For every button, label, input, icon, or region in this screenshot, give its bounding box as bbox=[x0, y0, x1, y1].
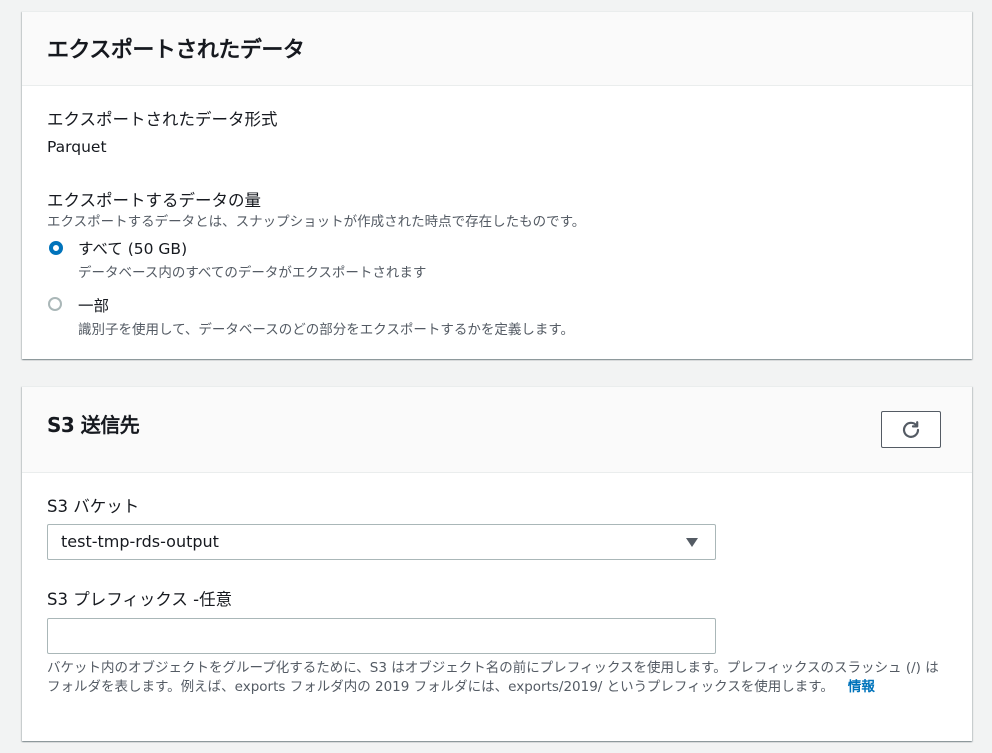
refresh-icon bbox=[902, 420, 920, 438]
radio-partial-description: 識別子を使用して、データベースのどの部分をエクスポートするかを定義します。 bbox=[78, 322, 574, 338]
radio-all-description: データベース内のすべてのデータがエクスポートされます bbox=[78, 265, 427, 281]
amount-description: エクスポートするデータとは、スナップショットが作成された時点で存在したものです。 bbox=[47, 214, 586, 230]
info-link[interactable]: 情報 bbox=[848, 679, 875, 695]
prefix-help-text: バケット内のオブジェクトをグループ化するために、S3 はオブジェクト名の前にプレ… bbox=[47, 660, 939, 695]
radio-partial-label: 一部 bbox=[78, 297, 110, 315]
prefix-input[interactable] bbox=[47, 618, 716, 654]
s3-destination-panel: S3 送信先 S3 バケット test-tmp-rds-output S3 プレ… bbox=[22, 386, 972, 741]
bucket-label: S3 バケット bbox=[47, 497, 140, 516]
exported-data-header: エクスポートされたデータ bbox=[22, 12, 972, 86]
radio-all[interactable] bbox=[49, 241, 63, 255]
refresh-button[interactable] bbox=[881, 411, 941, 448]
radio-partial[interactable] bbox=[48, 297, 62, 311]
format-value: Parquet bbox=[47, 138, 107, 156]
caret-down-icon bbox=[686, 538, 698, 547]
prefix-help: バケット内のオブジェクトをグループ化するために、S3 はオブジェクト名の前にプレ… bbox=[47, 659, 947, 697]
bucket-select[interactable]: test-tmp-rds-output bbox=[47, 524, 716, 560]
format-label: エクスポートされたデータ形式 bbox=[47, 110, 278, 129]
s3-destination-title: S3 送信先 bbox=[47, 413, 140, 437]
amount-label: エクスポートするデータの量 bbox=[47, 191, 262, 210]
radio-all-label: すべて (50 GB) bbox=[78, 240, 188, 258]
exported-data-panel: エクスポートされたデータ エクスポートされたデータ形式 Parquet エクスポ… bbox=[22, 11, 972, 359]
s3-destination-header: S3 送信先 bbox=[22, 387, 972, 473]
bucket-select-value: test-tmp-rds-output bbox=[61, 532, 219, 551]
prefix-label: S3 プレフィックス -任意 bbox=[47, 590, 233, 609]
exported-data-title: エクスポートされたデータ bbox=[47, 38, 305, 63]
